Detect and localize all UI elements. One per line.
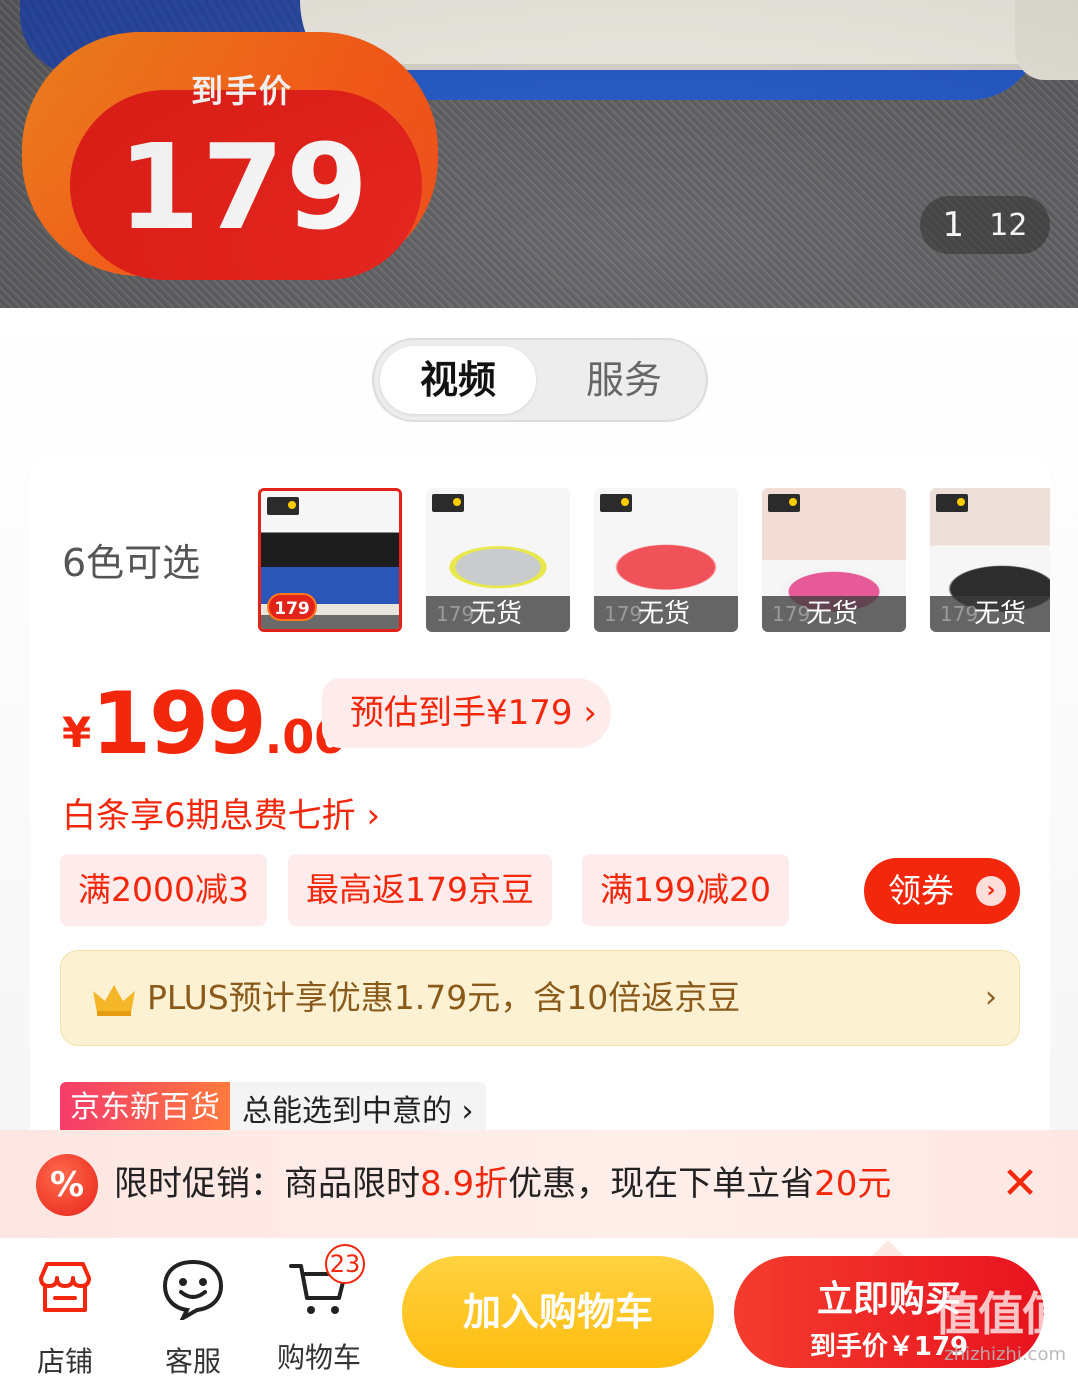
color-swatch-black[interactable]: 179 无货	[930, 488, 1050, 632]
chevron-right-icon: ›	[976, 876, 1006, 906]
bottom-action-bar: 店铺 客服 23 购物车 加入购物车 立即购买 到手价￥179	[0, 1238, 1078, 1387]
brand-logo-icon	[768, 494, 800, 512]
add-to-cart-button[interactable]: 加入购物车	[402, 1256, 714, 1368]
color-swatch-blue[interactable]: 179	[258, 488, 402, 632]
current-price: ¥199.00	[62, 674, 346, 774]
product-info-card: 6色可选 179 179 无货 179 无货 179 无货 179 无货 ¥199.00…	[30, 452, 1050, 1172]
crown-icon	[93, 985, 135, 1016]
discount-percent-icon: %	[36, 1154, 98, 1216]
out-of-stock-label: 179 无货	[762, 596, 906, 632]
brand-logo-icon	[432, 494, 464, 512]
media-tab-switch: 视频 服务	[372, 338, 708, 422]
pager-total: 12	[989, 207, 1028, 243]
pager-current: 1	[942, 205, 965, 245]
estimated-price-tag[interactable]: 预估到手¥179 ›	[322, 678, 611, 748]
out-of-stock-label: 179 无货	[930, 596, 1050, 632]
color-count-label: 6色可选	[62, 541, 201, 585]
color-swatch-pink[interactable]: 179 无货	[762, 488, 906, 632]
final-price-badge-value: 179	[117, 118, 371, 256]
store-button[interactable]: 店铺	[10, 1256, 120, 1380]
color-swatch-red[interactable]: 179 无货	[594, 488, 738, 632]
plus-member-banner[interactable]: PLUS预计享优惠1.79元，含10倍返京豆 ›	[60, 950, 1020, 1046]
store-icon	[39, 1262, 91, 1312]
jd-new-tag: 京东新百货	[60, 1082, 230, 1134]
out-of-stock-label: 179 无货	[594, 596, 738, 632]
coupon-tag[interactable]: 最高返179京豆	[288, 854, 552, 926]
cart-icon-wrap: 23	[287, 1244, 365, 1320]
shoe-sole-image	[300, 0, 1040, 100]
chat-face-icon	[162, 1259, 224, 1324]
cart-count-badge: 23	[325, 1244, 365, 1284]
price-integer: 199	[91, 674, 267, 774]
shoe-upper-image	[20, 0, 1020, 75]
final-price-badge: 到手价 179	[22, 32, 438, 280]
cart-button[interactable]: 23 购物车	[264, 1244, 374, 1376]
brand-logo-icon	[267, 497, 299, 515]
out-of-stock-label: 179 无货	[426, 596, 570, 632]
watermark-url: zhizhizhi.com	[944, 1344, 1066, 1365]
tab-video[interactable]: 视频	[380, 346, 536, 414]
get-coupon-button[interactable]: 领券 ›	[864, 858, 1020, 924]
swatch-price-badge: 179	[267, 593, 317, 621]
final-price-badge-inner	[70, 90, 422, 280]
site-watermark: 值值值 zhizhizhi.com	[934, 1278, 1068, 1365]
final-price-badge-label: 到手价	[190, 72, 293, 110]
jd-new-text: 总能选到中意的 ›	[242, 1094, 474, 1129]
chevron-right-icon: ›	[985, 980, 997, 1015]
currency-symbol: ¥	[62, 708, 92, 757]
coupon-tag[interactable]: 满2000减3	[60, 854, 267, 926]
customer-service-label: 客服	[164, 1345, 221, 1378]
jd-new-department-store-link[interactable]: 京东新百货 总能选到中意的 ›	[60, 1082, 486, 1134]
image-pager: 1 12	[920, 196, 1050, 254]
cart-label: 购物车	[276, 1341, 361, 1374]
color-swatch-grey[interactable]: 179 无货	[426, 488, 570, 632]
limited-promo-banner: % 限时促销：商品限时8.9折优惠，现在下单立省20元 ✕	[0, 1130, 1078, 1238]
baitiao-installment-link[interactable]: 白条享6期息费七折 ›	[62, 788, 380, 837]
shoe-toe-image	[1015, 0, 1078, 80]
promo-text: 限时促销：商品限时8.9折优惠，现在下单立省20元	[114, 1164, 892, 1204]
brand-logo-icon	[936, 494, 968, 512]
watermark-logo: 值值值	[934, 1287, 1068, 1341]
plus-benefit-text: PLUS预计享优惠1.79元，含10倍返京豆	[147, 978, 741, 1017]
customer-service-button[interactable]: 客服	[138, 1256, 248, 1380]
store-label: 店铺	[36, 1345, 93, 1378]
brand-logo-icon	[600, 494, 632, 512]
product-image-carousel[interactable]: 到手价 179 1 12	[0, 0, 1078, 308]
get-coupon-label: 领券	[888, 871, 954, 910]
close-icon[interactable]: ✕	[998, 1162, 1042, 1206]
coupon-tag[interactable]: 满199减20	[582, 854, 789, 926]
tab-service[interactable]: 服务	[546, 346, 702, 414]
